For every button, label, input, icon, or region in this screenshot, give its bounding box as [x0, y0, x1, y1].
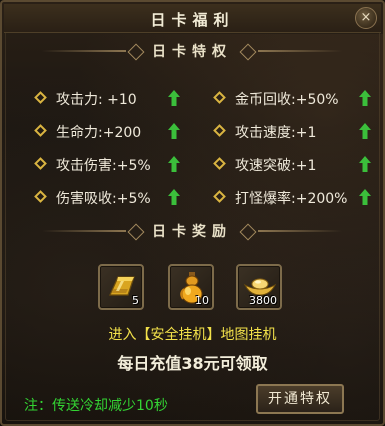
privilege-text: 伤害吸收:+5%	[56, 191, 151, 207]
daily-card-panel: 日卡福利 × 日卡特权 攻击力: +10 生命力:+200 攻击伤害:+5% 伤…	[0, 0, 385, 426]
green-up-arrow-icon	[359, 156, 371, 172]
diamond-bullet-icon	[34, 124, 47, 137]
green-up-arrow-icon	[359, 189, 371, 205]
privilege-absorb: 伤害吸收:+5%	[34, 187, 206, 209]
green-up-arrow-icon	[168, 189, 180, 205]
privilege-text: 攻击伤害:+5%	[56, 158, 151, 174]
close-button[interactable]: ×	[355, 7, 377, 29]
privilege-attack-speed: 攻击速度:+1	[213, 121, 383, 143]
diamond-bullet-icon	[34, 190, 47, 203]
rewards-header: 日卡奖励	[42, 218, 342, 244]
reward-slot-gold-bar[interactable]: 5	[98, 264, 144, 310]
privilege-gold-recycle: 金币回收:+50%	[213, 88, 383, 110]
green-up-arrow-icon	[168, 123, 180, 139]
privilege-text: 打怪爆率:+200%	[235, 191, 348, 207]
diamond-bullet-icon	[34, 157, 47, 170]
diamond-bullet-icon	[213, 91, 226, 104]
diamond-bullet-icon	[34, 91, 47, 104]
diamond-bullet-icon	[213, 190, 226, 203]
green-up-arrow-icon	[168, 156, 180, 172]
green-up-arrow-icon	[359, 90, 371, 106]
divider-right	[258, 230, 342, 232]
diamond-bullet-icon	[213, 124, 226, 137]
divider-right	[258, 50, 342, 52]
reward-count: 5	[132, 294, 139, 307]
privilege-text: 攻击力: +10	[56, 92, 137, 108]
open-privilege-button[interactable]: 开通特权	[256, 384, 344, 414]
privilege-drop-rate: 打怪爆率:+200%	[213, 187, 383, 209]
reward-count: 3800	[249, 294, 277, 307]
privilege-damage: 攻击伤害:+5%	[34, 154, 206, 176]
privilege-text: 攻击速度:+1	[235, 125, 317, 141]
privilege-text: 攻速突破:+1	[235, 158, 317, 174]
window-title: 日卡福利	[150, 11, 235, 29]
reward-count: 10	[195, 294, 209, 307]
privilege-speed-break: 攻速突破:+1	[213, 154, 383, 176]
privilege-hp: 生命力:+200	[34, 121, 206, 143]
green-up-arrow-icon	[168, 90, 180, 106]
green-up-arrow-icon	[359, 123, 371, 139]
reward-slot-potion[interactable]: 10	[168, 264, 214, 310]
privilege-text: 金币回收:+50%	[235, 92, 339, 108]
requirement-text: 进入【安全挂机】地图挂机	[108, 327, 277, 343]
teleport-note: 注：传送冷却减少10秒	[24, 398, 168, 414]
recharge-text: 每日充值38元可领取	[117, 354, 268, 373]
reward-slot-gold-ingot[interactable]: 3800	[236, 264, 282, 310]
privileges-header: 日卡特权	[42, 38, 342, 64]
privilege-text: 生命力:+200	[56, 125, 142, 141]
title-bar: 日卡福利 ×	[4, 4, 381, 33]
diamond-bullet-icon	[213, 157, 226, 170]
privilege-attack: 攻击力: +10	[34, 88, 206, 110]
